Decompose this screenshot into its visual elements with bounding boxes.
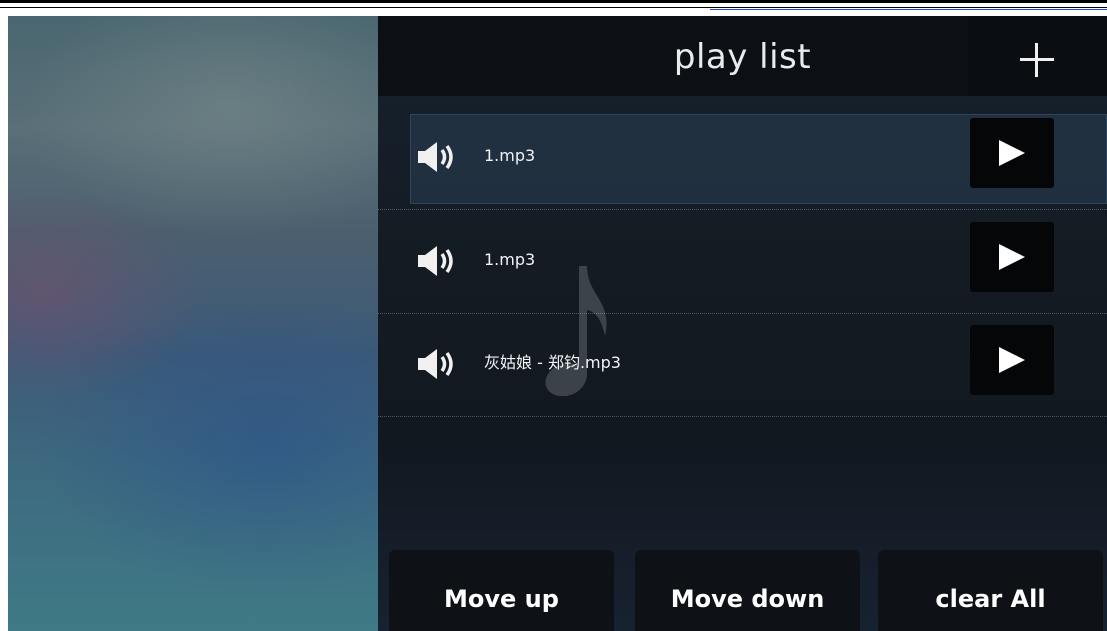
player-screen: play list 1.mp3 1.mp3 灰姑娘 - 郑钧.mp3 Move … [8, 16, 1107, 631]
playlist-item[interactable]: 1.mp3 [378, 210, 1107, 314]
track-name: 1.mp3 [484, 146, 536, 165]
play-button[interactable] [970, 222, 1054, 292]
play-icon [999, 140, 1025, 166]
clear-all-button[interactable]: clear All [878, 550, 1103, 631]
top-border-thin [0, 7, 1107, 8]
top-border-thick [0, 0, 1107, 3]
speaker-icon [418, 142, 453, 172]
play-icon [999, 244, 1025, 270]
track-name: 灰姑娘 - 郑钧.mp3 [484, 353, 621, 372]
add-button[interactable] [968, 16, 1107, 96]
top-link-underline [710, 9, 1107, 10]
album-art-panel [8, 16, 378, 631]
move-down-button[interactable]: Move down [635, 550, 860, 631]
speaker-icon [418, 349, 453, 379]
move-up-button[interactable]: Move up [389, 550, 614, 631]
playlist-item[interactable]: 1.mp3 [378, 106, 1107, 210]
playlist-panel: play list 1.mp3 1.mp3 灰姑娘 - 郑钧.mp3 Move … [378, 16, 1107, 631]
track-name: 1.mp3 [484, 250, 536, 269]
playlist-header: play list [378, 16, 1107, 96]
speaker-icon [418, 246, 453, 276]
play-icon [999, 347, 1025, 373]
playlist-item[interactable]: 灰姑娘 - 郑钧.mp3 [378, 313, 1107, 417]
play-button[interactable] [970, 325, 1054, 395]
play-button[interactable] [970, 118, 1054, 188]
